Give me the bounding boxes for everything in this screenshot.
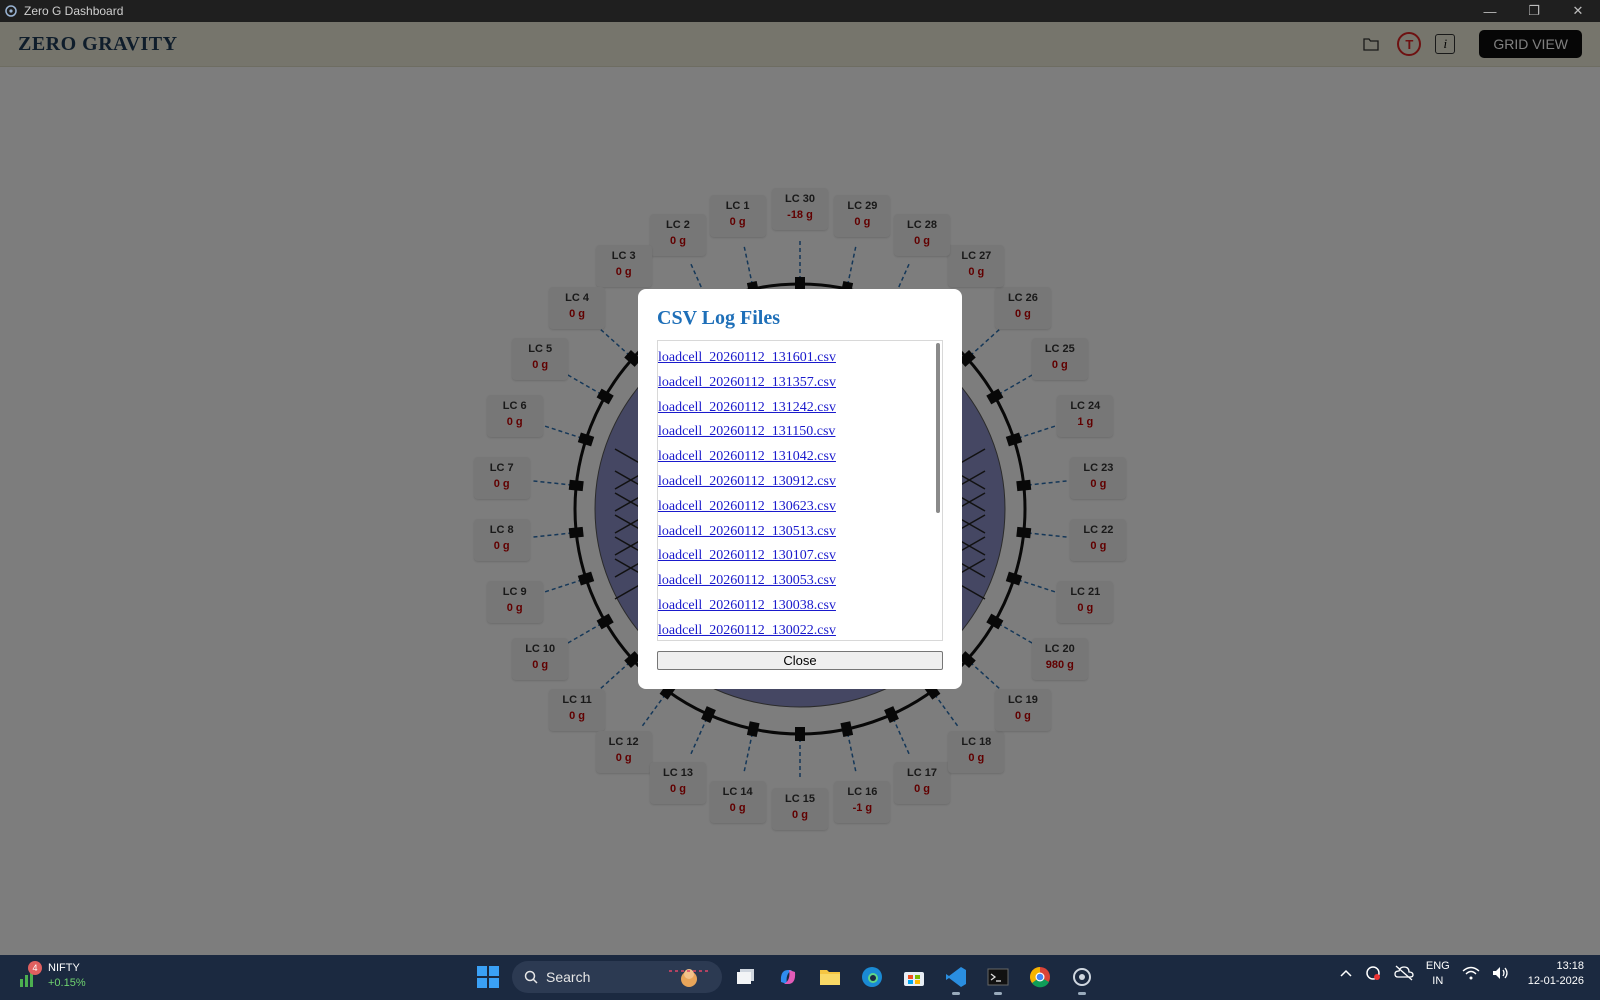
search-label: Search [546,969,591,985]
csv-file-link[interactable]: loadcell_20260112_131042.csv [658,449,836,464]
csv-file-link[interactable]: loadcell_20260112_130107.csv [658,548,836,563]
volume-icon[interactable] [1492,966,1510,983]
lang-top: ENG [1425,960,1450,972]
lang-bottom: IN [1432,975,1444,987]
csv-file-link[interactable]: loadcell_20260112_131357.csv [658,375,836,390]
close-window-button[interactable]: ✕ [1556,0,1600,22]
language-indicator[interactable]: ENG IN [1426,959,1450,989]
app-icon [5,5,17,17]
file-list-item: loadcell_20260112_130912.csv [658,471,942,496]
nifty-label: NIFTY [48,962,80,974]
window-title: Zero G Dashboard [24,4,124,18]
csv-file-link[interactable]: loadcell_20260112_131242.csv [658,400,836,415]
stock-chart-icon: 4 [16,961,42,989]
csv-file-link[interactable]: loadcell_20260112_130623.csv [658,499,836,514]
file-list-item: loadcell_20260112_130053.csv [658,570,942,595]
chrome-icon[interactable] [1022,959,1058,995]
close-button[interactable]: Close [657,651,943,670]
chevron-up-icon[interactable] [1340,968,1352,980]
windows-start-icon[interactable] [470,959,506,995]
search-highlight-icon [669,969,709,987]
file-list-item: loadcell_20260112_130022.csv [658,620,942,640]
clock-time: 13:18 [1556,960,1584,972]
vscode-icon[interactable] [938,959,974,995]
taskbar-search[interactable]: Search [512,961,722,993]
task-view-icon[interactable] [728,959,764,995]
cloud-off-icon[interactable] [1394,965,1414,984]
csv-file-link[interactable]: loadcell_20260112_130022.csv [658,623,836,638]
csv-log-modal: CSV Log Files loadcell_20260112_131601.c… [638,289,962,689]
taskbar: 4 NIFTY +0.15% Search ENG IN 13:18 12-01… [0,955,1600,1000]
scroll-thumb[interactable] [936,343,940,513]
csv-file-link[interactable]: loadcell_20260112_130912.csv [658,474,836,489]
csv-file-link[interactable]: loadcell_20260112_131601.csv [658,350,836,365]
file-list-item: loadcell_20260112_131242.csv [658,397,942,422]
file-list-item: loadcell_20260112_131150.csv [658,421,942,446]
csv-file-link[interactable]: loadcell_20260112_130038.csv [658,598,836,613]
file-list-item: loadcell_20260112_130107.csv [658,545,942,570]
wifi-icon[interactable] [1462,966,1480,983]
csv-file-link[interactable]: loadcell_20260112_130513.csv [658,524,836,539]
window-titlebar: Zero G Dashboard — ❐ ✕ [0,0,1600,22]
file-explorer-icon[interactable] [812,959,848,995]
file-list-item: loadcell_20260112_131042.csv [658,446,942,471]
copilot-icon[interactable] [770,959,806,995]
nifty-change: +0.15% [48,977,86,989]
file-list-scrollbar[interactable] [935,343,941,638]
search-icon [524,970,538,984]
file-list-item: loadcell_20260112_130513.csv [658,521,942,546]
file-list-item: loadcell_20260112_131601.csv [658,347,942,372]
notification-badge: 4 [28,961,42,975]
csv-file-link[interactable]: loadcell_20260112_131150.csv [658,424,835,439]
csv-file-list[interactable]: loadcell_20260112_131601.csv loadcell_202… [657,340,943,641]
edge-icon[interactable] [854,959,890,995]
electron-app-icon[interactable] [1064,959,1100,995]
restore-button[interactable]: ❐ [1512,0,1556,22]
csv-file-link[interactable]: loadcell_20260112_130053.csv [658,573,836,588]
store-icon[interactable] [896,959,932,995]
clock-date: 12-01-2026 [1527,975,1584,987]
modal-title: CSV Log Files [657,307,780,329]
sync-icon[interactable] [1364,964,1382,985]
nifty-widget[interactable]: 4 NIFTY +0.15% [16,961,86,991]
file-list-item: loadcell_20260112_130623.csv [658,496,942,521]
file-list-item: loadcell_20260112_130038.csv [658,595,942,620]
file-list-item: loadcell_20260112_131357.csv [658,372,942,397]
terminal-icon[interactable] [980,959,1016,995]
system-clock[interactable]: 13:18 12-01-2026 [1528,959,1584,989]
minimize-button[interactable]: — [1468,0,1512,22]
